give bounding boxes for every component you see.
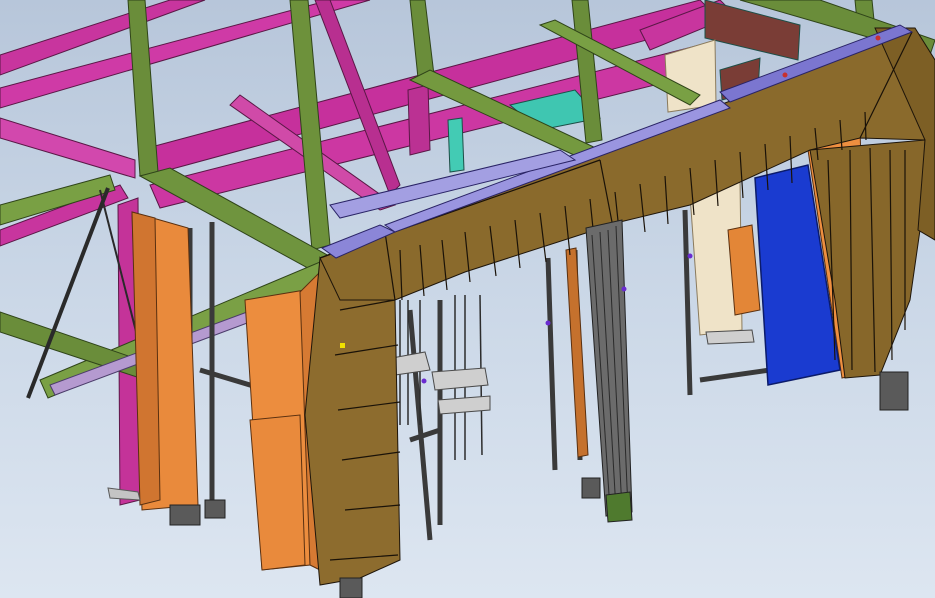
foot-left[interactable]: [169, 504, 201, 526]
gantry-left-leg[interactable]: [304, 256, 401, 586]
foot-mid[interactable]: [339, 577, 363, 598]
marker-red-2[interactable]: [875, 35, 881, 41]
teal-post[interactable]: [447, 117, 465, 173]
marker-yellow[interactable]: [340, 343, 345, 348]
base-plate-4[interactable]: [705, 329, 755, 345]
marker-red-1[interactable]: [782, 72, 788, 78]
marker-purple-4[interactable]: [421, 378, 427, 384]
magenta-beam-left-cross[interactable]: [0, 117, 136, 179]
center-shaft[interactable]: [585, 219, 633, 523]
model-canvas[interactable]: [0, 0, 935, 598]
orange-rail-vertical[interactable]: [565, 247, 589, 458]
green-column-1[interactable]: [127, 0, 159, 177]
green-column-3[interactable]: [409, 0, 435, 79]
marker-purple-3[interactable]: [621, 286, 627, 292]
marker-purple-1[interactable]: [545, 320, 551, 326]
base-plate-2[interactable]: [431, 367, 489, 391]
foot-left-2[interactable]: [204, 499, 226, 519]
marker-purple-2[interactable]: [687, 253, 693, 259]
magenta-column-mid[interactable]: [407, 84, 431, 156]
rail-frame-center[interactable]: [407, 300, 443, 541]
foot-center[interactable]: [581, 477, 601, 499]
shaft-body[interactable]: [585, 219, 633, 517]
orange-column-lower-left[interactable]: [249, 414, 306, 571]
shaft-foot[interactable]: [605, 491, 633, 523]
foot-right[interactable]: [879, 371, 909, 411]
base-plate-1[interactable]: [391, 351, 431, 376]
cad-viewport[interactable]: [0, 0, 935, 598]
